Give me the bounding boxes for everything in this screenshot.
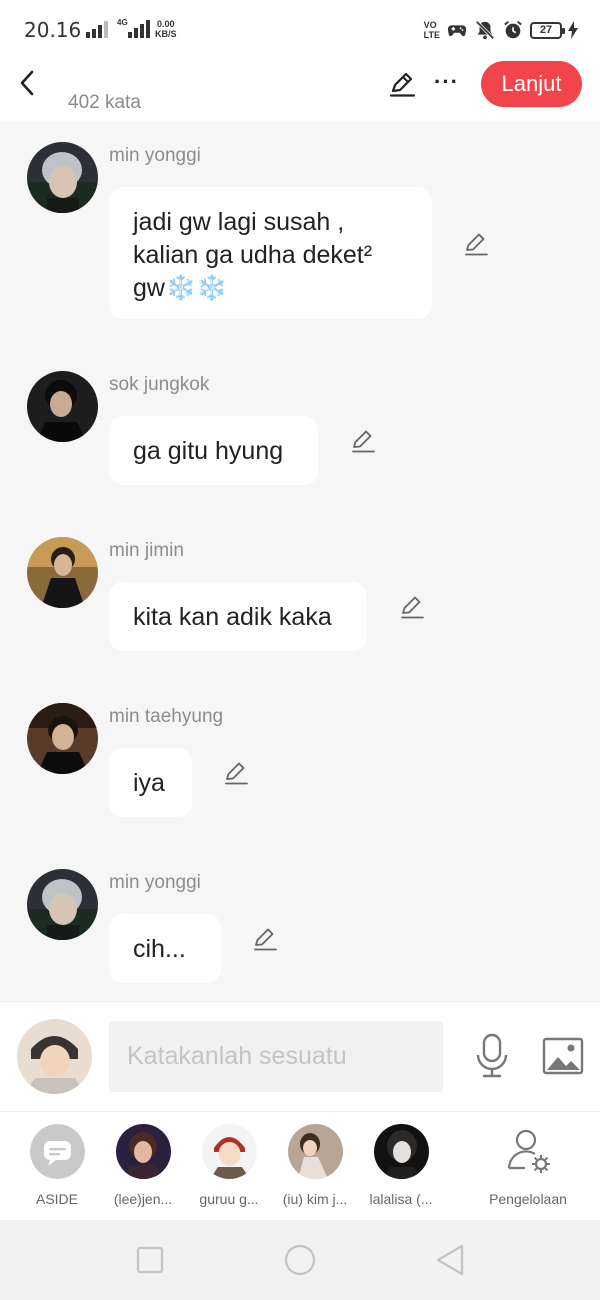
- more-options-button[interactable]: ···: [434, 71, 459, 93]
- status-bar: 20.16 4G 0.00 KB/S VO LTE 27: [0, 0, 600, 60]
- word-count: 402 kata: [68, 92, 141, 113]
- bell-off-icon: [475, 20, 495, 40]
- message-bubble[interactable]: cih...: [109, 914, 221, 983]
- alarm-icon: [504, 21, 522, 39]
- composer: [0, 1001, 600, 1111]
- sender-name: min yonggi: [109, 145, 201, 166]
- battery-icon: 27: [530, 21, 565, 39]
- character-label: lalalisa (...: [369, 1191, 433, 1207]
- edit-icon[interactable]: [463, 231, 489, 257]
- character-label: (lee)jen...: [113, 1191, 173, 1207]
- avatar[interactable]: [27, 869, 98, 940]
- character-label: guruu g...: [199, 1191, 259, 1207]
- character-label: ASIDE: [35, 1191, 78, 1207]
- message-input[interactable]: [109, 1021, 443, 1092]
- character-label: Pengelolaan: [489, 1191, 567, 1207]
- avatar: [201, 1124, 257, 1179]
- sender-name: min jimin: [109, 540, 184, 561]
- message-bubble[interactable]: ga gitu hyung: [109, 416, 318, 485]
- aside-icon: [29, 1124, 85, 1179]
- edit-icon[interactable]: [252, 926, 278, 952]
- image-icon[interactable]: [542, 1037, 584, 1075]
- editor-header: 402 kata ··· Lanjut: [0, 60, 600, 122]
- edit-icon[interactable]: [223, 760, 249, 786]
- avatar[interactable]: [27, 537, 98, 608]
- manage-characters-button[interactable]: Pengelolaan: [486, 1124, 570, 1207]
- character-label: (iu) kim j...: [282, 1191, 348, 1207]
- volte-indicator: VO LTE: [423, 20, 440, 40]
- edit-icon[interactable]: [399, 594, 425, 620]
- network-type: 4G: [117, 18, 128, 27]
- chevron-left-icon: [20, 70, 34, 96]
- sender-name: min taehyung: [109, 706, 224, 727]
- home-icon[interactable]: [280, 1242, 320, 1278]
- message-bubble[interactable]: jadi gw lagi susah , kalian ga udha deke…: [109, 187, 432, 319]
- game-controller-icon: [447, 25, 467, 37]
- system-navigation-bar: [0, 1220, 600, 1300]
- character-item[interactable]: (lee)jen...: [101, 1124, 185, 1207]
- back-button[interactable]: [12, 66, 42, 100]
- pen-icon[interactable]: [388, 70, 416, 98]
- character-aside[interactable]: ASIDE: [15, 1124, 99, 1207]
- charging-icon: [568, 21, 578, 39]
- avatar[interactable]: [27, 703, 98, 774]
- signal-icon-2: [128, 20, 150, 38]
- avatar[interactable]: [27, 142, 98, 213]
- edit-icon[interactable]: [350, 428, 376, 454]
- status-icons: VO LTE 27: [424, 17, 578, 43]
- sender-name: sok jungkok: [109, 374, 210, 395]
- user-settings-icon: [501, 1124, 556, 1179]
- recent-apps-icon[interactable]: [130, 1242, 170, 1278]
- sender-name: min yonggi: [109, 872, 201, 893]
- avatar: [373, 1124, 429, 1179]
- character-selector: ASIDE (lee)jen... guruu g... (iu) kim j.…: [0, 1111, 600, 1220]
- message-bubble[interactable]: kita kan adik kaka: [109, 582, 367, 651]
- status-time: 20.16: [24, 18, 82, 42]
- avatar[interactable]: [27, 371, 98, 442]
- character-item[interactable]: guruu g...: [187, 1124, 271, 1207]
- avatar: [287, 1124, 343, 1179]
- character-item[interactable]: (iu) kim j...: [273, 1124, 357, 1207]
- avatar: [115, 1124, 171, 1179]
- back-nav-icon[interactable]: [430, 1242, 470, 1278]
- next-button[interactable]: Lanjut: [481, 61, 582, 107]
- message-bubble[interactable]: iya: [109, 748, 192, 817]
- signal-icon: [86, 21, 108, 38]
- network-speed: 0.00 KB/S: [155, 19, 177, 39]
- character-item[interactable]: lalalisa (...: [359, 1124, 443, 1207]
- current-character-avatar[interactable]: [17, 1019, 92, 1094]
- microphone-icon[interactable]: [474, 1033, 510, 1079]
